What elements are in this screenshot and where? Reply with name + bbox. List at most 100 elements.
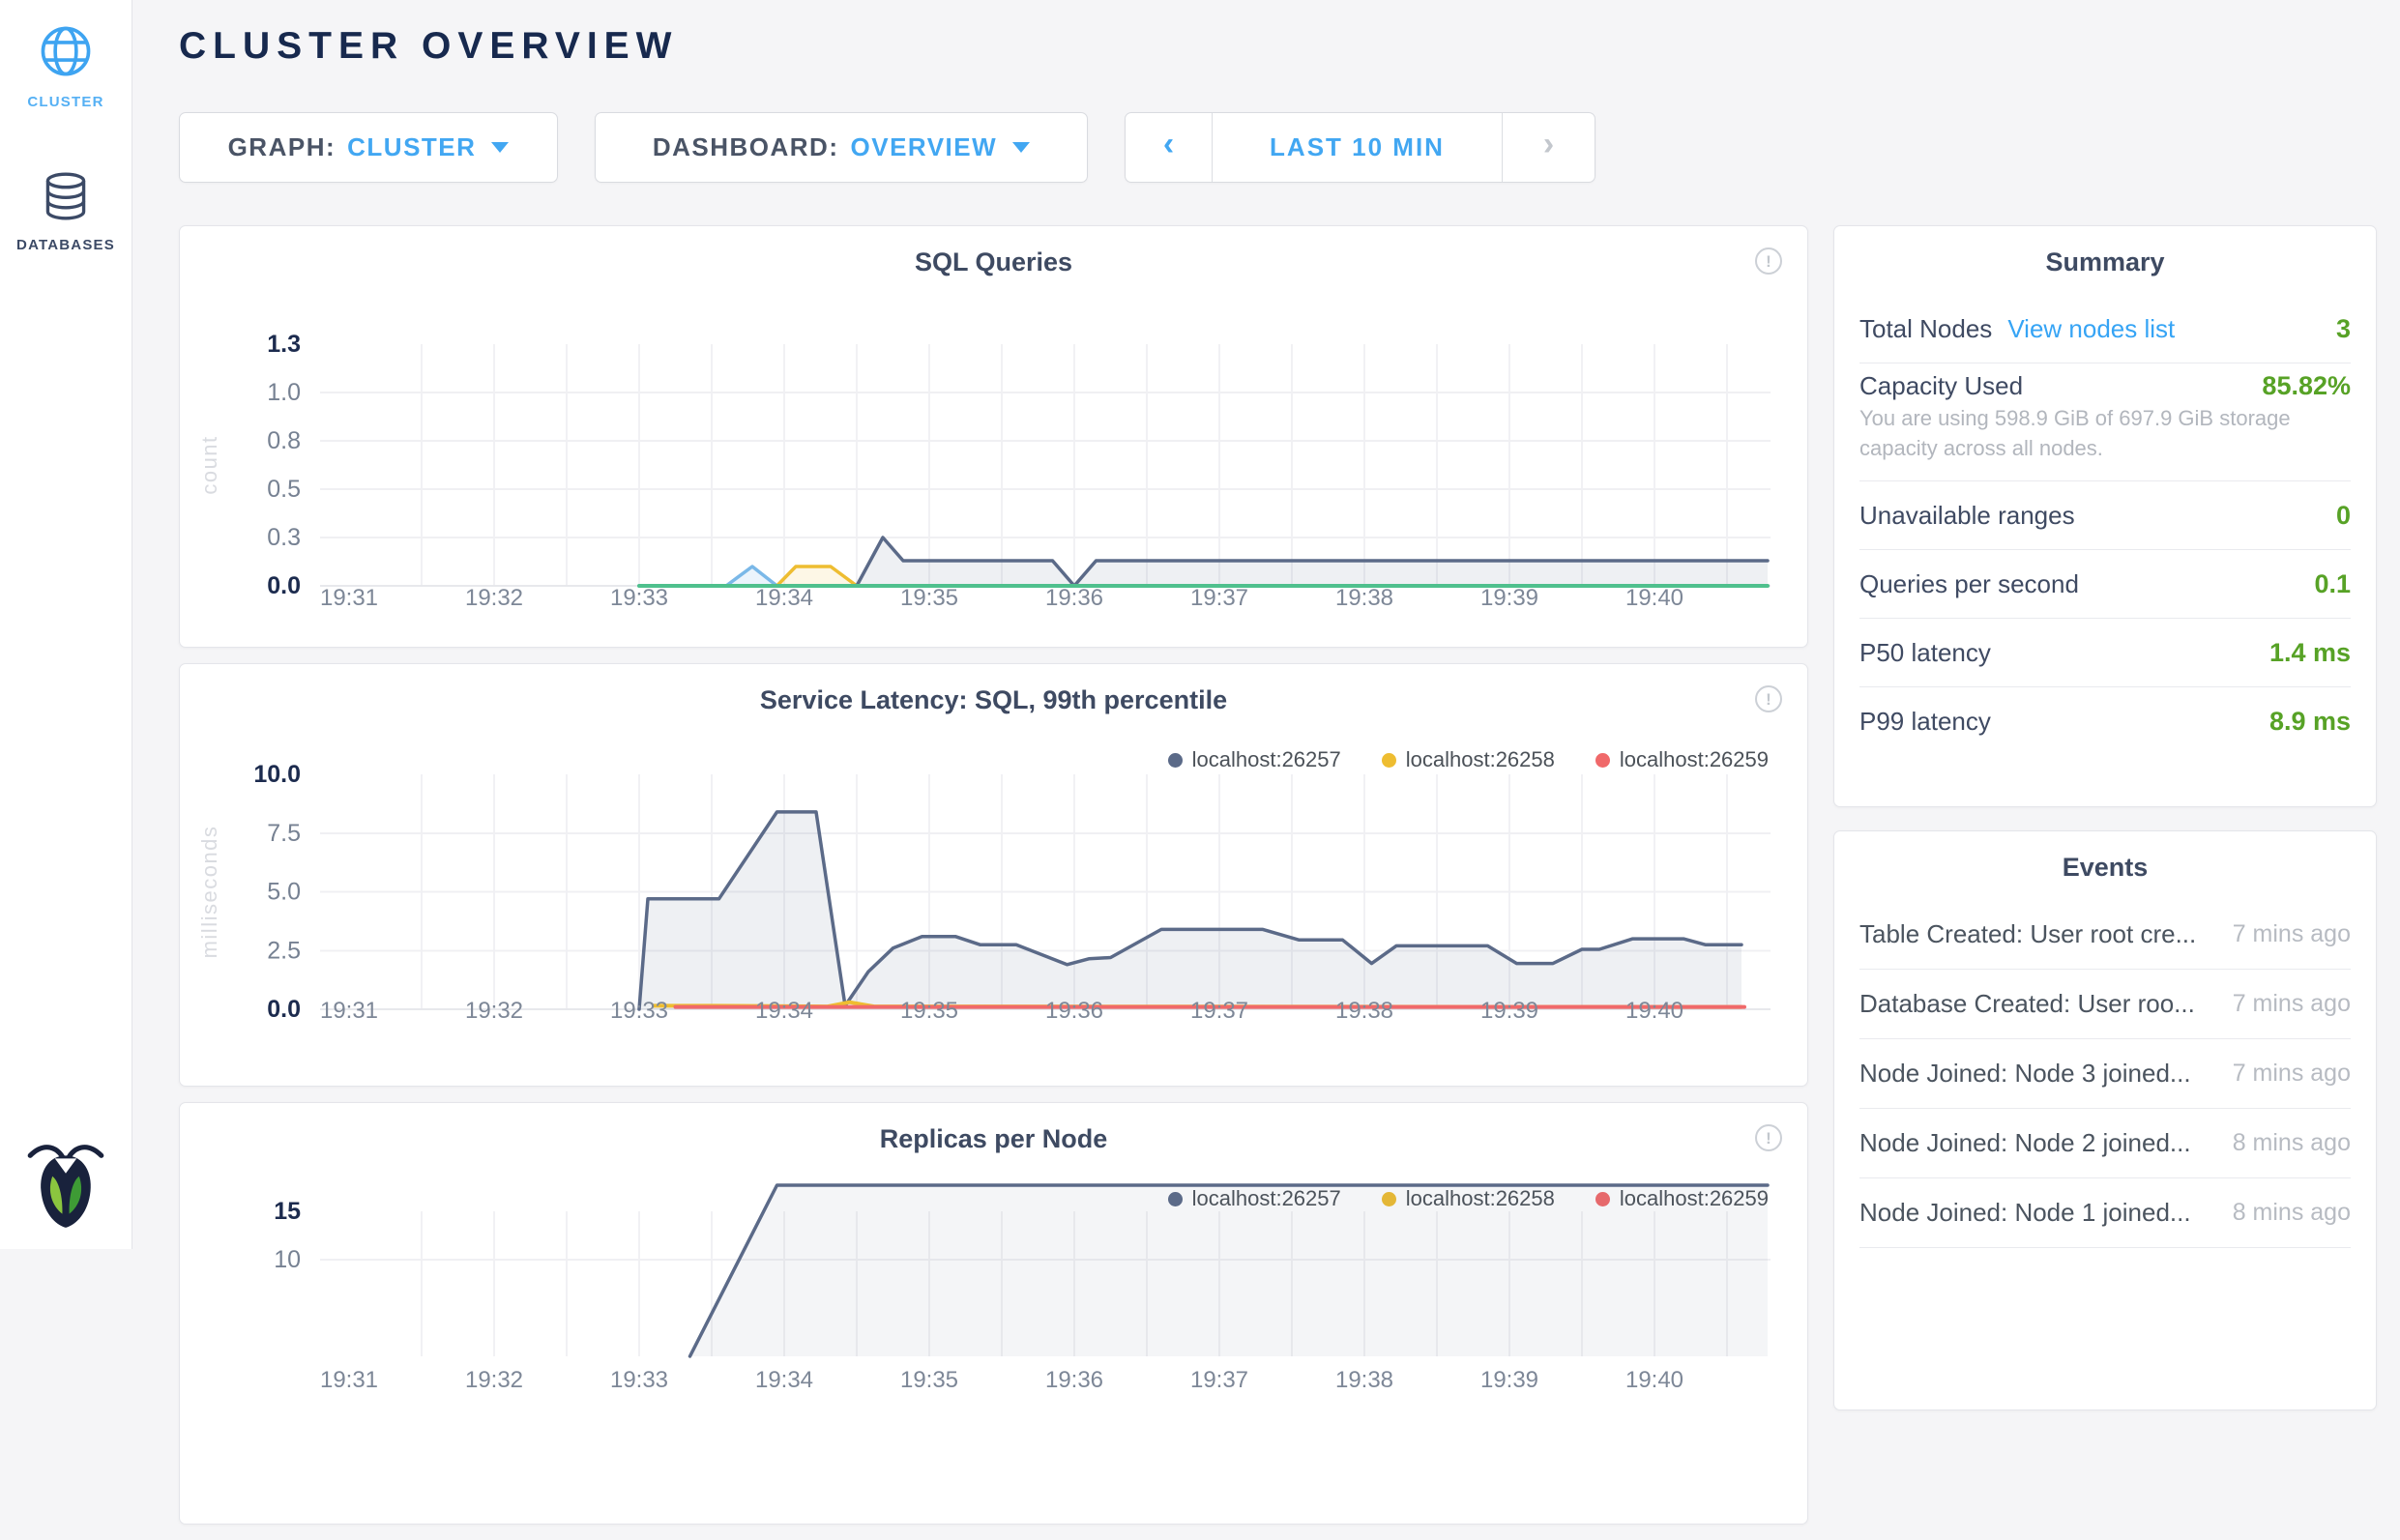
graph-dropdown-value: CLUSTER <box>347 132 476 162</box>
service-latency-chart: 10.07.55.02.50.019:3119:3219:3319:3419:3… <box>180 664 1809 1088</box>
svg-text:19:40: 19:40 <box>1625 585 1683 611</box>
events-title: Events <box>1834 831 2376 883</box>
chevron-down-icon <box>491 142 509 153</box>
event-text: Table Created: User root cre... <box>1859 919 2196 949</box>
svg-text:19:32: 19:32 <box>465 1367 523 1393</box>
svg-text:19:39: 19:39 <box>1480 585 1538 611</box>
svg-text:19:39: 19:39 <box>1480 1367 1538 1393</box>
page-title: CLUSTER OVERVIEW <box>179 25 679 68</box>
svg-text:19:33: 19:33 <box>610 1367 668 1393</box>
event-time: 7 mins ago <box>2215 990 2351 1018</box>
sidebar-item-cluster[interactable]: CLUSTER <box>0 23 132 110</box>
event-time: 7 mins ago <box>2215 920 2351 948</box>
dashboard-dropdown-label: DASHBOARD: <box>653 132 839 162</box>
view-nodes-link[interactable]: View nodes list <box>2007 314 2175 344</box>
time-range-selector: ‹ LAST 10 MIN › <box>1125 112 1595 183</box>
svg-text:milliseconds: milliseconds <box>197 826 221 959</box>
sidebar: CLUSTER DATABASES <box>0 0 132 1249</box>
controls-bar: GRAPH: CLUSTER DASHBOARD: OVERVIEW ‹ LAS… <box>179 112 1595 183</box>
summary-row-label: P50 latency <box>1859 638 1991 668</box>
events-rows: Table Created: User root cre... 7 mins ag… <box>1834 900 2376 1248</box>
time-range-prev-button[interactable]: ‹ <box>1126 113 1213 182</box>
chart-card-service-latency: Service Latency: SQL, 99th percentile lo… <box>179 663 1808 1087</box>
event-row[interactable]: Node Joined: Node 1 joined... 8 mins ago <box>1859 1178 2351 1248</box>
svg-text:19:35: 19:35 <box>900 585 958 611</box>
svg-text:19:32: 19:32 <box>465 585 523 611</box>
chart-card-replicas-per-node: Replicas per Node localhost:26257localho… <box>179 1102 1808 1525</box>
svg-text:19:35: 19:35 <box>900 998 958 1024</box>
summary-row-label: P99 latency <box>1859 707 1991 737</box>
svg-text:10: 10 <box>274 1246 301 1273</box>
svg-text:19:38: 19:38 <box>1335 1367 1393 1393</box>
graph-dropdown-label: GRAPH: <box>228 132 337 162</box>
svg-text:19:35: 19:35 <box>900 1367 958 1393</box>
svg-text:19:37: 19:37 <box>1190 998 1248 1024</box>
time-range-label[interactable]: LAST 10 MIN <box>1213 113 1502 182</box>
summary-card: Summary Total Nodes View nodes list 3 Capac… <box>1833 225 2377 807</box>
svg-text:19:32: 19:32 <box>465 998 523 1024</box>
event-time: 8 mins ago <box>2215 1129 2351 1157</box>
event-row[interactable]: Node Joined: Node 3 joined... 7 mins ago <box>1859 1039 2351 1109</box>
event-row[interactable]: Database Created: User roo... 7 mins ago <box>1859 970 2351 1039</box>
event-row[interactable]: Table Created: User root cre... 7 mins ag… <box>1859 900 2351 970</box>
summary-row-label: Total Nodes <box>1859 314 1992 344</box>
graph-dropdown[interactable]: GRAPH: CLUSTER <box>179 112 558 183</box>
summary-row: P99 latency8.9 ms <box>1859 687 2351 756</box>
dashboard-dropdown[interactable]: DASHBOARD: OVERVIEW <box>595 112 1088 183</box>
svg-text:7.5: 7.5 <box>267 820 301 847</box>
sql-queries-chart: 1.31.00.80.50.30.019:3119:3219:3319:3419… <box>180 226 1809 649</box>
summary-title: Summary <box>1834 226 2376 277</box>
replicas-per-node-chart: 151019:3119:3219:3319:3419:3519:3619:371… <box>180 1103 1809 1525</box>
dashboard-dropdown-value: OVERVIEW <box>851 132 998 162</box>
svg-text:19:36: 19:36 <box>1045 998 1103 1024</box>
svg-text:19:40: 19:40 <box>1625 998 1683 1024</box>
svg-text:19:37: 19:37 <box>1190 585 1248 611</box>
svg-text:19:37: 19:37 <box>1190 1367 1248 1393</box>
svg-text:0.5: 0.5 <box>267 476 301 503</box>
sidebar-item-label: DATABASES <box>0 237 132 253</box>
svg-text:2.5: 2.5 <box>267 937 301 964</box>
summary-rows: Total Nodes View nodes list 3 Capacity Used… <box>1834 295 2376 756</box>
summary-row-value: 0.1 <box>2314 569 2351 599</box>
chevron-down-icon <box>1012 142 1030 153</box>
svg-text:0.0: 0.0 <box>267 996 301 1023</box>
summary-row-label: Queries per second <box>1859 569 2079 599</box>
summary-row-subtext: You are using 598.9 GiB of 697.9 GiB sto… <box>1859 401 2351 473</box>
event-time: 8 mins ago <box>2215 1199 2351 1227</box>
sidebar-item-databases[interactable]: DATABASES <box>0 170 132 253</box>
summary-row-value: 0 <box>2336 501 2351 531</box>
time-range-next-button[interactable]: › <box>1502 113 1595 182</box>
event-text: Node Joined: Node 2 joined... <box>1859 1128 2191 1158</box>
event-row[interactable]: Node Joined: Node 2 joined... 8 mins ago <box>1859 1109 2351 1178</box>
svg-text:19:33: 19:33 <box>610 998 668 1024</box>
summary-row: Capacity Used85.82%You are using 598.9 G… <box>1859 363 2351 481</box>
svg-text:19:39: 19:39 <box>1480 998 1538 1024</box>
summary-row-label: Unavailable ranges <box>1859 501 2075 531</box>
charts-column: SQL Queries 1.31.00.80.50.30.019:3119:32… <box>179 225 1808 1540</box>
svg-text:0.0: 0.0 <box>267 572 301 599</box>
events-card: Events Table Created: User root cre... 7 … <box>1833 830 2377 1410</box>
svg-text:count: count <box>197 435 221 494</box>
event-time: 7 mins ago <box>2215 1060 2351 1088</box>
svg-text:19:31: 19:31 <box>320 998 378 1024</box>
summary-row: Total Nodes View nodes list 3 <box>1859 295 2351 363</box>
svg-text:0.3: 0.3 <box>267 524 301 551</box>
event-text: Node Joined: Node 1 joined... <box>1859 1198 2191 1228</box>
summary-row: Queries per second 0.1 <box>1859 550 2351 619</box>
summary-row-value: 3 <box>2336 314 2351 344</box>
svg-text:1.0: 1.0 <box>267 379 301 406</box>
svg-text:19:34: 19:34 <box>755 585 813 611</box>
event-text: Node Joined: Node 3 joined... <box>1859 1059 2191 1089</box>
globe-icon <box>38 23 94 79</box>
cockroach-logo[interactable] <box>0 1140 132 1235</box>
sidebar-item-label: CLUSTER <box>0 94 132 110</box>
svg-text:19:36: 19:36 <box>1045 1367 1103 1393</box>
event-text: Database Created: User roo... <box>1859 989 2195 1019</box>
svg-text:19:38: 19:38 <box>1335 998 1393 1024</box>
main-content: CLUSTER OVERVIEW GRAPH: CLUSTER DASHBOAR… <box>132 0 2400 1249</box>
cockroach-bug-icon <box>26 1140 105 1231</box>
svg-text:19:40: 19:40 <box>1625 1367 1683 1393</box>
svg-text:5.0: 5.0 <box>267 879 301 906</box>
summary-row: P50 latency1.4 ms <box>1859 619 2351 687</box>
svg-text:19:33: 19:33 <box>610 585 668 611</box>
